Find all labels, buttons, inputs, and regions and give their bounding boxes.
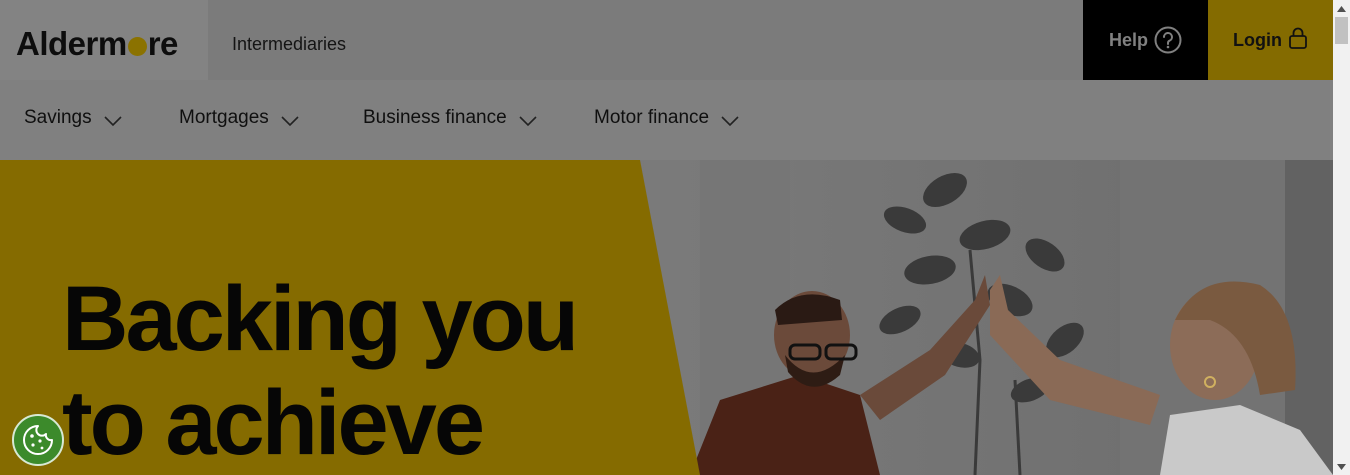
chevron-down-icon [721, 116, 739, 127]
logo-text-right: re [147, 25, 179, 62]
scrollbar-thumb[interactable] [1335, 17, 1348, 44]
chevron-down-icon [519, 116, 537, 127]
logo-dot [127, 37, 147, 56]
aldermore-logo[interactable]: Alderm re [16, 22, 178, 66]
vertical-scrollbar[interactable] [1333, 0, 1350, 475]
logo-text-left: Alderm [16, 25, 127, 62]
login-button[interactable]: Login [1208, 0, 1333, 80]
main-nav: Savings Mortgages Business finance Motor… [0, 80, 1333, 160]
help-label: Help [1108, 29, 1148, 50]
scroll-down-arrow-icon [1337, 463, 1346, 470]
nav-item-motor-finance[interactable]: Motor finance [594, 107, 739, 129]
page: Alderm re Intermediaries Help Login Savi… [0, 0, 1333, 475]
chevron-down-icon [281, 116, 299, 127]
cookie-icon [23, 425, 53, 455]
question-circle-icon [1154, 26, 1182, 54]
cookie-settings-button[interactable] [12, 414, 64, 466]
padlock-icon [1288, 27, 1308, 54]
nav-item-label: Savings [24, 107, 92, 128]
nav-item-label: Business finance [363, 107, 507, 128]
hero-headline: Backing you to achieve [62, 268, 579, 474]
top-bar: Alderm re Intermediaries Help Login [0, 0, 1333, 80]
nav-item-mortgages[interactable]: Mortgages [179, 107, 299, 129]
hero-banner: Backing you to achieve [0, 160, 1333, 475]
intermediaries-link[interactable]: Intermediaries [232, 34, 346, 55]
nav-item-label: Mortgages [179, 107, 269, 128]
nav-item-savings[interactable]: Savings [24, 107, 122, 129]
login-label: Login [1233, 29, 1282, 50]
intermediaries-area: Intermediaries [208, 0, 1083, 80]
scroll-up-arrow-icon [1337, 5, 1346, 12]
scroll-down-button[interactable] [1333, 458, 1350, 475]
nav-item-business-finance[interactable]: Business finance [363, 107, 537, 129]
logo-area[interactable]: Alderm re [0, 0, 208, 80]
scroll-up-button[interactable] [1333, 0, 1350, 17]
help-button[interactable]: Help [1083, 0, 1208, 80]
chevron-down-icon [104, 116, 122, 127]
nav-item-label: Motor finance [594, 107, 710, 128]
